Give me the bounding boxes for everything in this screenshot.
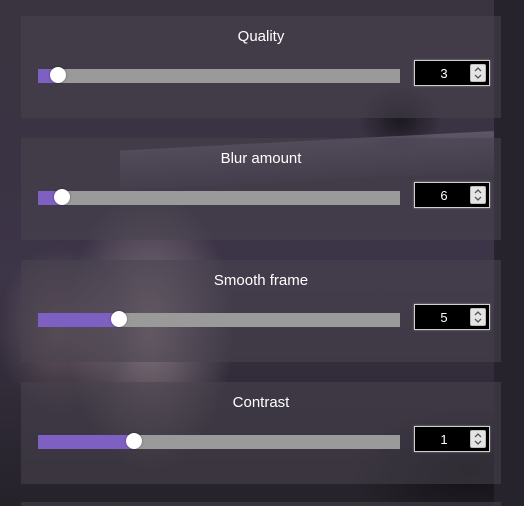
blur-amount-number-input[interactable]: 6	[414, 182, 490, 208]
quality-label: Quality	[237, 28, 285, 45]
contrast-spinner[interactable]	[470, 430, 486, 448]
blur-amount-slider-thumb[interactable]	[53, 189, 70, 205]
contrast-slider[interactable]	[38, 433, 400, 449]
smooth-frame-number-input[interactable]: 5	[414, 304, 490, 330]
quality-slider[interactable]	[38, 67, 400, 83]
spinner-arrows-icon	[474, 189, 482, 201]
spinner-arrows-icon	[474, 311, 482, 323]
quality-spinner[interactable]	[470, 64, 486, 82]
contrast-label: Contrast	[232, 394, 290, 411]
quality-panel: Quality 3	[21, 16, 501, 118]
spinner-arrows-icon	[474, 433, 482, 445]
contrast-slider-fill	[38, 435, 134, 449]
smooth-frame-spinner[interactable]	[470, 308, 486, 326]
quality-slider-thumb[interactable]	[49, 67, 66, 83]
smooth-frame-slider-fill	[38, 313, 120, 327]
contrast-panel: Contrast 1	[21, 382, 501, 484]
blur-amount-spinner[interactable]	[470, 186, 486, 204]
blur-amount-slider[interactable]	[38, 189, 400, 205]
contrast-value[interactable]: 1	[415, 432, 473, 447]
smooth-frame-value[interactable]: 5	[415, 310, 473, 325]
spinner-arrows-icon	[474, 67, 482, 79]
next-panel-edge	[21, 502, 501, 506]
smooth-frame-panel: Smooth frame 5	[21, 260, 501, 362]
contrast-number-input[interactable]: 1	[414, 426, 490, 452]
blur-amount-label: Blur amount	[220, 150, 302, 167]
blur-amount-panel: Blur amount 6	[21, 138, 501, 240]
quality-value[interactable]: 3	[415, 66, 473, 81]
smooth-frame-label: Smooth frame	[213, 272, 309, 289]
smooth-frame-slider-thumb[interactable]	[111, 311, 128, 327]
contrast-slider-thumb[interactable]	[125, 433, 142, 449]
blur-amount-value[interactable]: 6	[415, 188, 473, 203]
smooth-frame-slider[interactable]	[38, 311, 400, 327]
quality-number-input[interactable]: 3	[414, 60, 490, 86]
